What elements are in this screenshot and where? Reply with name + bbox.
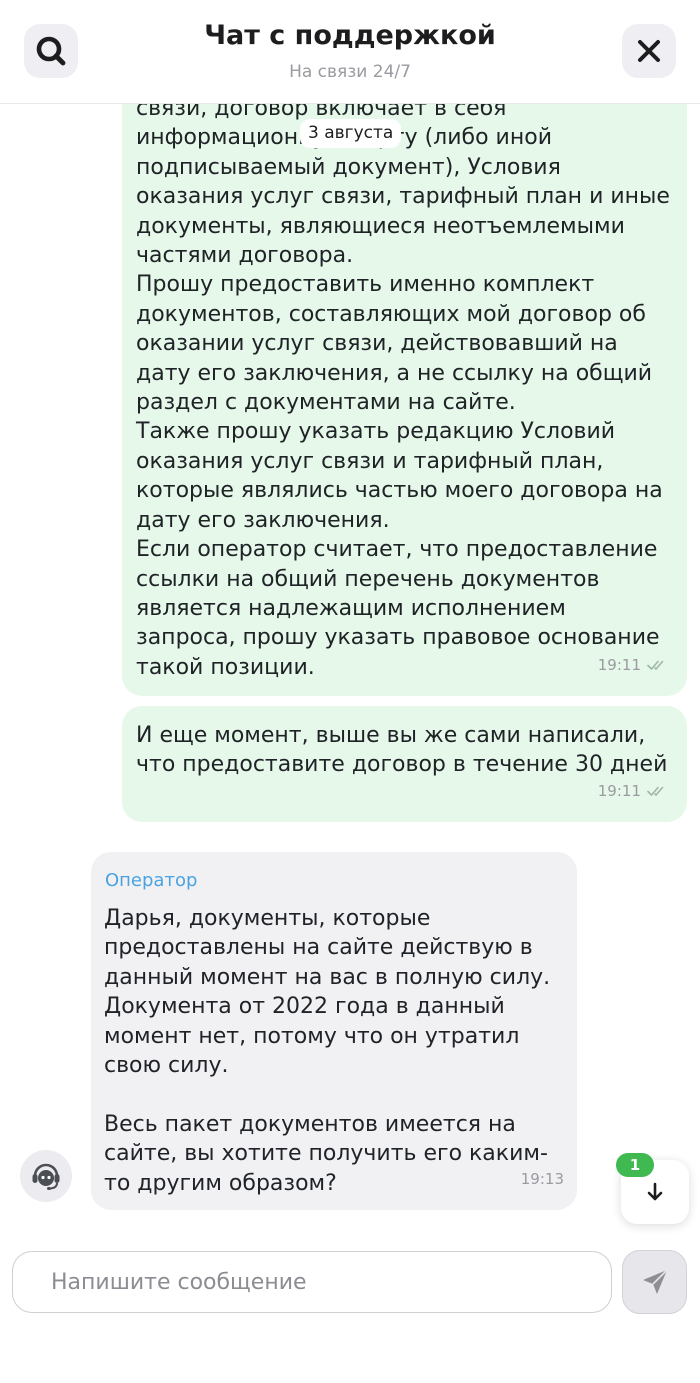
chat-header: Чат с поддержкой На связи 24/7	[0, 0, 700, 104]
send-button[interactable]	[622, 1250, 687, 1314]
message-user-1: связи, договор включает в себя информаци…	[122, 60, 687, 696]
close-button[interactable]	[622, 24, 676, 78]
message-meta: 19:13	[521, 1165, 564, 1194]
double-check-icon	[647, 660, 664, 671]
message-input[interactable]	[12, 1251, 612, 1313]
message-meta: 19:11	[598, 651, 667, 680]
message-user-2: И еще момент, выше вы же сами написали, …	[122, 706, 687, 822]
double-check-icon	[647, 786, 664, 797]
chat-subtitle: На связи 24/7	[289, 62, 411, 82]
arrow-down-icon	[647, 1182, 663, 1201]
message-text: Дарья, документы, которые предоставлены …	[104, 906, 551, 1196]
message-text: И еще момент, выше вы же сами написали, …	[136, 723, 668, 778]
operator-name: Оператор	[105, 870, 198, 891]
send-icon	[642, 1269, 668, 1294]
message-time: 19:11	[597, 781, 641, 800]
operator-avatar	[20, 1150, 72, 1202]
message-operator: Оператор Дарья, документы, которые предо…	[91, 852, 577, 1210]
message-meta: 19:11	[598, 777, 667, 806]
message-time: 19:11	[597, 655, 641, 674]
close-icon	[638, 40, 660, 62]
support-agent-icon	[32, 1163, 60, 1190]
chat-screen: связи, договор включает в себя информаци…	[0, 0, 700, 1383]
message-text: связи, договор включает в себя информаци…	[136, 96, 670, 680]
unread-badge: 1	[616, 1153, 654, 1177]
message-time: 19:13	[520, 1169, 564, 1188]
date-divider: 3 августа	[300, 119, 402, 148]
chat-title: Чат с поддержкой	[204, 20, 496, 51]
